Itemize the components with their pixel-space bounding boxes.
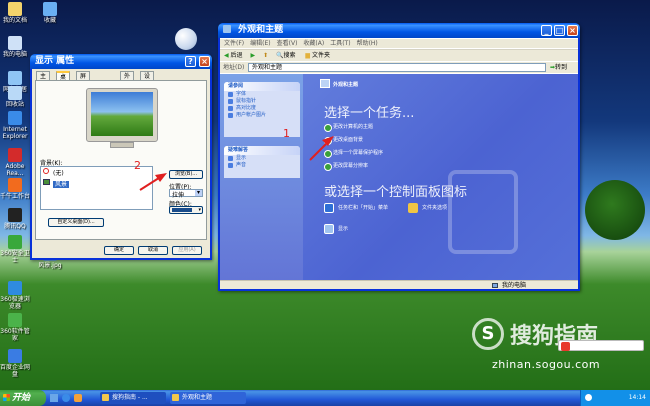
watermark-url: zhinan.sogou.com [492, 358, 601, 371]
taskbar-item-explorer[interactable]: 外观和主题 [170, 392, 246, 404]
ie-icon[interactable] [62, 394, 70, 402]
taskbar: 开始 搜狗指南 - ... 外观和主题 14:14 [0, 390, 650, 406]
start-button[interactable]: 开始 [0, 390, 46, 406]
tray-icon[interactable] [585, 394, 592, 401]
arrow-1-head [322, 136, 334, 146]
media-icon[interactable] [74, 394, 82, 402]
quick-launch [50, 394, 94, 402]
annotation-1: 1 [283, 127, 290, 140]
taskbar-item-browser[interactable]: 搜狗指南 - ... [100, 392, 166, 404]
sogou-ime-icon [561, 342, 570, 351]
ime-toolbar[interactable] [558, 340, 644, 351]
sogou-logo-icon: S [472, 318, 504, 350]
annotation-2: 2 [134, 159, 141, 172]
arrow-2-head [155, 173, 167, 182]
clock: 14:14 [628, 394, 646, 401]
system-tray: 14:14 [580, 390, 650, 406]
show-desktop-icon[interactable] [50, 394, 58, 402]
